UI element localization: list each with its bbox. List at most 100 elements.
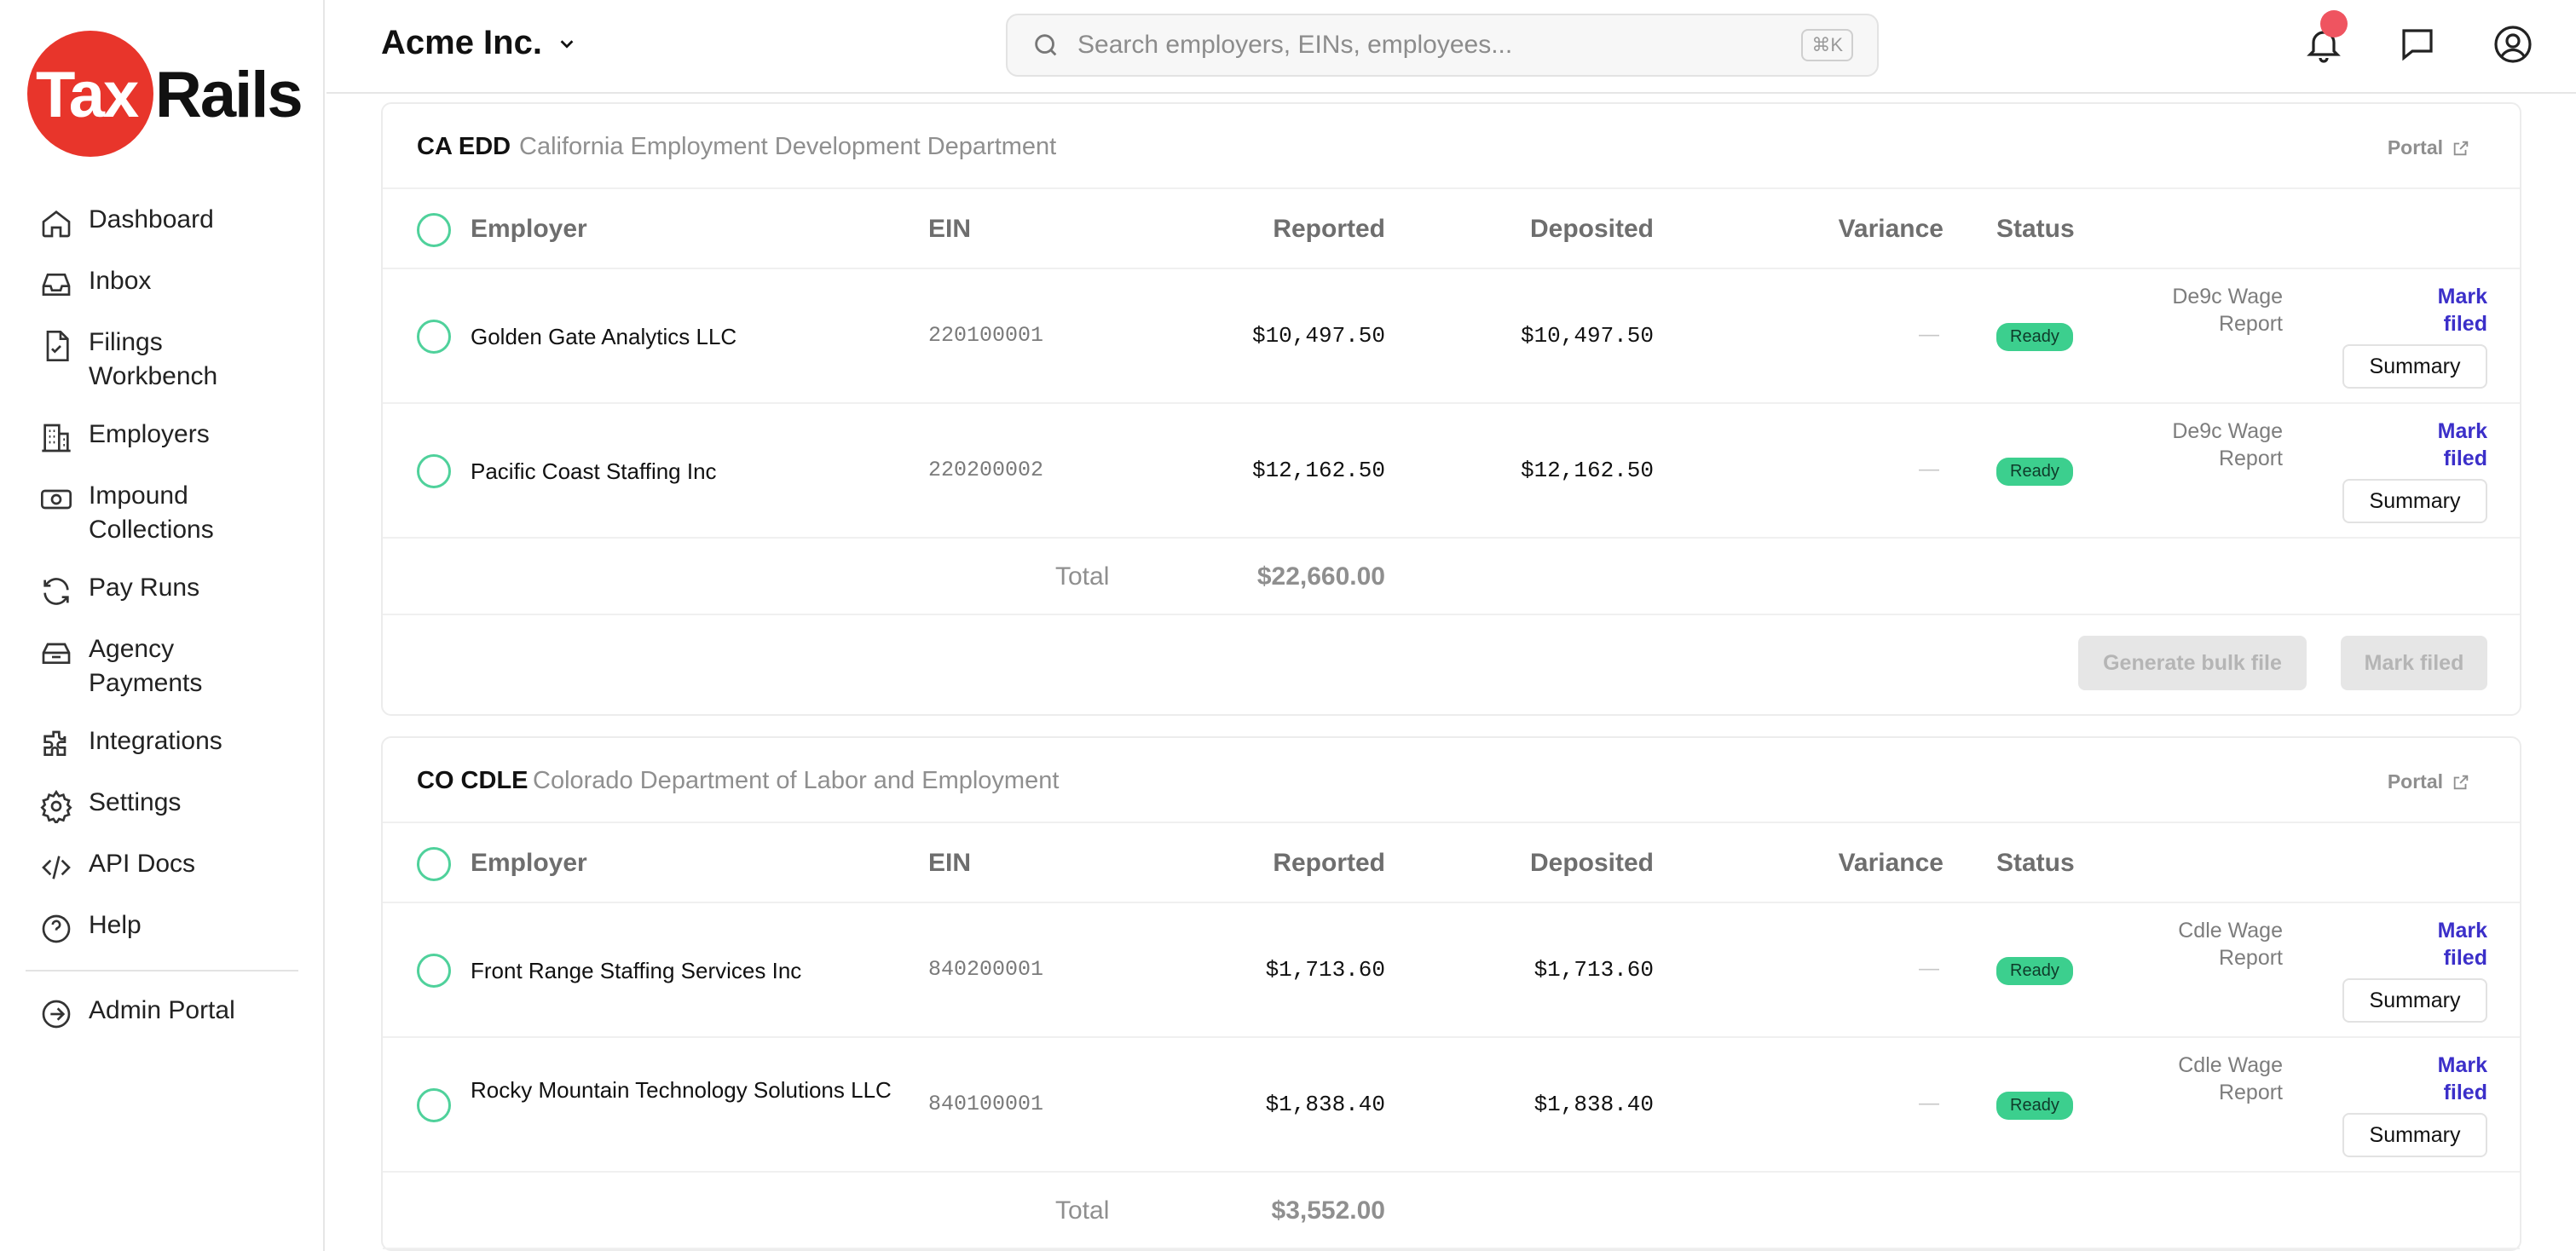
external-link-icon <box>2453 775 2469 789</box>
column-reported: Reported <box>1273 849 1385 877</box>
summary-button[interactable]: Summary <box>2342 978 2487 1023</box>
sidebar-item-label: Inbox <box>89 267 152 295</box>
banknote-icon <box>41 489 72 510</box>
gear-icon <box>40 789 72 823</box>
mark-filed-link[interactable]: Mark filed <box>2419 917 2487 971</box>
search-input[interactable] <box>1077 31 1802 60</box>
portal-link[interactable]: Portal <box>2388 770 2470 793</box>
variance-value: — <box>1919 1092 1939 1115</box>
report-type: De9c Wage Report <box>2172 419 2283 470</box>
sidebar-item-api-docs[interactable]: API Docs <box>26 847 298 885</box>
sidebar-item-integrations[interactable]: Integrations <box>26 724 298 762</box>
mark-filed-link[interactable]: Mark filed <box>2419 283 2487 337</box>
code-icon <box>42 856 71 879</box>
portal-link[interactable]: Portal <box>2388 136 2470 159</box>
card-actions: Generate bulk file Mark filed <box>383 615 2520 714</box>
ein-value: 840200001 <box>928 957 1044 982</box>
employer-name: Rocky Mountain Technology Solutions LLC <box>471 1077 892 1103</box>
row-checkbox[interactable] <box>417 454 451 488</box>
chat-icon[interactable] <box>2397 24 2438 65</box>
agency-card-ca-edd: CA EDD California Employment Development… <box>381 102 2521 716</box>
column-status: Status <box>1996 849 2075 877</box>
agency-code: CA EDD <box>417 133 511 160</box>
logo-text-tax: Tax <box>36 59 139 131</box>
search-icon <box>1035 34 1057 56</box>
sidebar-item-label: Filings Workbench <box>89 328 218 390</box>
summary-button[interactable]: Summary <box>2342 344 2487 389</box>
column-status: Status <box>1996 215 2075 243</box>
column-variance: Variance <box>1838 215 1944 243</box>
file-check-icon <box>46 331 69 361</box>
generate-bulk-file-button[interactable]: Generate bulk file <box>2078 636 2307 690</box>
search-shortcut: ⌘K <box>1801 29 1853 61</box>
mark-filed-button[interactable]: Mark filed <box>2341 636 2487 690</box>
mark-filed-link[interactable]: Mark filed <box>2419 1052 2487 1106</box>
agency-name: California Employment Development Depart… <box>519 133 1057 160</box>
variance-value: — <box>1919 458 1939 481</box>
status-badge: Ready <box>1996 957 2073 985</box>
table-row: Rocky Mountain Technology Solutions LLC … <box>383 1038 2520 1173</box>
sidebar-item-agency-payments[interactable]: Agency Payments <box>26 632 298 700</box>
puzzle-icon <box>43 730 66 756</box>
row-checkbox[interactable] <box>417 320 451 354</box>
sidebar-item-employers[interactable]: Employers <box>26 418 298 455</box>
mark-filed-link[interactable]: Mark filed <box>2419 418 2487 472</box>
portal-label: Portal <box>2387 136 2443 159</box>
sidebar-item-pay-runs[interactable]: Pay Runs <box>26 571 298 608</box>
summary-button[interactable]: Summary <box>2342 479 2487 523</box>
select-all-checkbox[interactable] <box>417 847 451 881</box>
chevron-down-icon <box>560 39 574 49</box>
column-employer: Employer <box>471 215 587 243</box>
inbox-icon <box>42 274 71 296</box>
column-deposited: Deposited <box>1529 215 1654 243</box>
sidebar-item-label: Help <box>89 911 142 939</box>
ein-value: 840100001 <box>928 1092 1044 1116</box>
status-badge: Ready <box>1996 323 2073 351</box>
sidebar-item-label: Admin Portal <box>89 996 235 1024</box>
sidebar-item-settings[interactable]: Settings <box>26 786 298 823</box>
agency-card-co-cdle: CO CDLE Colorado Department of Labor and… <box>381 736 2521 1251</box>
reported-value: $1,838.40 <box>1265 1092 1385 1117</box>
sidebar-item-label: Agency Payments <box>89 635 203 697</box>
agency-name: Colorado Department of Labor and Employm… <box>533 767 1060 794</box>
sidebar-item-label: Dashboard <box>89 205 214 233</box>
column-employer: Employer <box>471 849 587 877</box>
topbar: Acme Inc. ⌘K <box>326 0 2576 94</box>
org-switcher[interactable]: Acme Inc. <box>381 24 576 62</box>
variance-value: — <box>1919 957 1939 980</box>
report-type: Cdle Wage Report <box>2178 919 2283 970</box>
total-row: Total $3,552.00 <box>383 1173 2520 1249</box>
sidebar-item-impound-collections[interactable]: Impound Collections <box>26 479 298 547</box>
sidebar-item-label: Integrations <box>89 727 222 755</box>
report-type: De9c Wage Report <box>2172 285 2283 336</box>
building-icon <box>42 424 71 453</box>
sidebar-item-filings-workbench[interactable]: Filings Workbench <box>26 326 298 394</box>
help-icon <box>42 914 71 943</box>
table-row: Front Range Staffing Services Inc 840200… <box>383 903 2520 1038</box>
sidebar-item-label: Settings <box>89 788 182 816</box>
column-ein: EIN <box>928 215 972 243</box>
sidebar-divider <box>26 970 298 971</box>
row-checkbox[interactable] <box>417 954 451 988</box>
deposited-value: $1,713.60 <box>1533 957 1654 983</box>
ein-value: 220100001 <box>928 323 1044 348</box>
taxrails-logo[interactable]: Tax Rails <box>27 27 303 157</box>
vault-icon <box>42 643 71 664</box>
row-checkbox[interactable] <box>417 1088 451 1122</box>
reported-value: $10,497.50 <box>1251 323 1385 349</box>
total-value: $3,552.00 <box>1271 1196 1385 1225</box>
column-reported: Reported <box>1273 215 1385 243</box>
summary-button[interactable]: Summary <box>2342 1113 2487 1157</box>
agency-header: CO CDLE Colorado Department of Labor and… <box>383 738 2520 823</box>
sidebar-item-dashboard[interactable]: Dashboard <box>26 203 298 240</box>
variance-value: — <box>1919 323 1939 346</box>
sidebar-item-inbox[interactable]: Inbox <box>26 264 298 302</box>
sidebar-item-admin-portal[interactable]: Admin Portal <box>26 994 298 1031</box>
select-all-checkbox[interactable] <box>417 213 451 247</box>
main-content: CA EDD California Employment Development… <box>326 94 2576 1251</box>
table-row: Pacific Coast Staffing Inc 220200002 $12… <box>383 404 2520 539</box>
table-row: Golden Gate Analytics LLC 220100001 $10,… <box>383 269 2520 404</box>
search-box[interactable]: ⌘K <box>1006 14 1879 77</box>
sidebar-item-help[interactable]: Help <box>26 908 298 946</box>
user-icon[interactable] <box>2492 24 2533 65</box>
